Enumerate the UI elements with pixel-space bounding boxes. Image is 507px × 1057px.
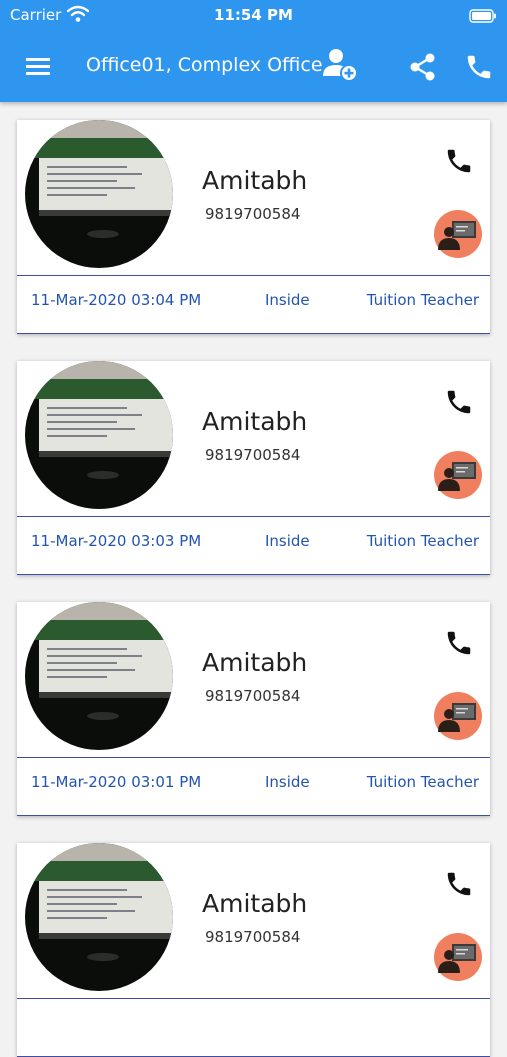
phone-icon[interactable] <box>464 52 494 82</box>
visitor-card[interactable]: Amitabh 9819700584 11-Mar-2020 03:03 PM … <box>17 361 490 575</box>
entry-status: Inside <box>265 773 310 791</box>
visitor-card[interactable]: Amitabh 9819700584 11-Mar-2020 03:01 PM … <box>17 602 490 816</box>
visitor-phone: 9819700584 <box>205 928 301 946</box>
menu-icon[interactable] <box>24 53 54 79</box>
call-icon[interactable] <box>444 387 474 417</box>
entry-time: 11-Mar-2020 03:04 PM <box>31 291 202 309</box>
battery-icon <box>469 8 497 27</box>
visitor-photo <box>25 843 173 991</box>
call-icon[interactable] <box>444 628 474 658</box>
visitor-card[interactable]: Amitabh 9819700584 <box>17 843 490 1057</box>
app-bar: Carrier 11:54 PM Office01, Complex Offic… <box>0 0 507 102</box>
visitor-card[interactable]: Amitabh 9819700584 11-Mar-2020 03:04 PM … <box>17 120 490 334</box>
visitor-name: Amitabh <box>202 648 308 677</box>
card-bottom-border <box>17 815 490 816</box>
divider <box>17 757 490 758</box>
call-icon[interactable] <box>444 146 474 176</box>
divider <box>17 516 490 517</box>
visitor-phone: 9819700584 <box>205 446 301 464</box>
visitor-name: Amitabh <box>202 166 308 195</box>
call-icon[interactable] <box>444 869 474 899</box>
visitor-photo <box>25 361 173 509</box>
divider <box>17 998 490 999</box>
visitor-name: Amitabh <box>202 889 308 918</box>
visitor-phone: 9819700584 <box>205 205 301 223</box>
entry-role: Tuition Teacher <box>366 773 479 791</box>
page-title: Office01, Complex Office <box>86 54 323 76</box>
divider <box>17 275 490 276</box>
entry-role: Tuition Teacher <box>366 532 479 550</box>
tuition-teacher-icon <box>434 692 482 740</box>
visitor-name: Amitabh <box>202 407 308 436</box>
entry-status: Inside <box>265 532 310 550</box>
visitor-photo <box>25 120 173 268</box>
entry-time: 11-Mar-2020 03:03 PM <box>31 532 202 550</box>
visitor-photo <box>25 602 173 750</box>
card-bottom-border <box>17 574 490 575</box>
tuition-teacher-icon <box>434 210 482 258</box>
entry-role: Tuition Teacher <box>366 291 479 309</box>
tuition-teacher-icon <box>434 451 482 499</box>
status-time: 11:54 PM <box>214 6 293 24</box>
visitor-phone: 9819700584 <box>205 687 301 705</box>
entry-status: Inside <box>265 291 310 309</box>
tuition-teacher-icon <box>434 933 482 981</box>
share-icon[interactable] <box>408 52 438 82</box>
card-bottom-border <box>17 333 490 334</box>
add-user-icon[interactable] <box>322 46 360 84</box>
entry-time: 11-Mar-2020 03:01 PM <box>31 773 202 791</box>
